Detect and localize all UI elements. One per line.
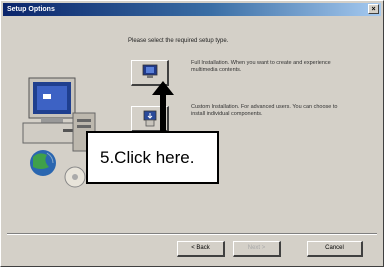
instruction-callout: 5.Click here.: [86, 131, 219, 184]
pointer-arrow-icon: [152, 81, 174, 135]
close-button[interactable]: ×: [368, 4, 379, 14]
full-installation-description: Full Installation. When you want to crea…: [191, 60, 331, 73]
title-bar: Setup Options ×: [3, 3, 381, 16]
cancel-button[interactable]: Cancel: [307, 241, 363, 257]
footer-divider: [7, 233, 377, 235]
custom-installation-description: Custom Installation. For advanced users.…: [191, 104, 338, 117]
full-install-icon: [142, 64, 158, 78]
back-button[interactable]: < Back: [177, 241, 225, 257]
next-button[interactable]: Next >: [233, 241, 281, 257]
window-title: Setup Options: [7, 6, 55, 13]
setup-type-prompt: Please select the required setup type.: [128, 38, 229, 44]
setup-options-window: Setup Options × Please select the requir…: [0, 0, 384, 267]
